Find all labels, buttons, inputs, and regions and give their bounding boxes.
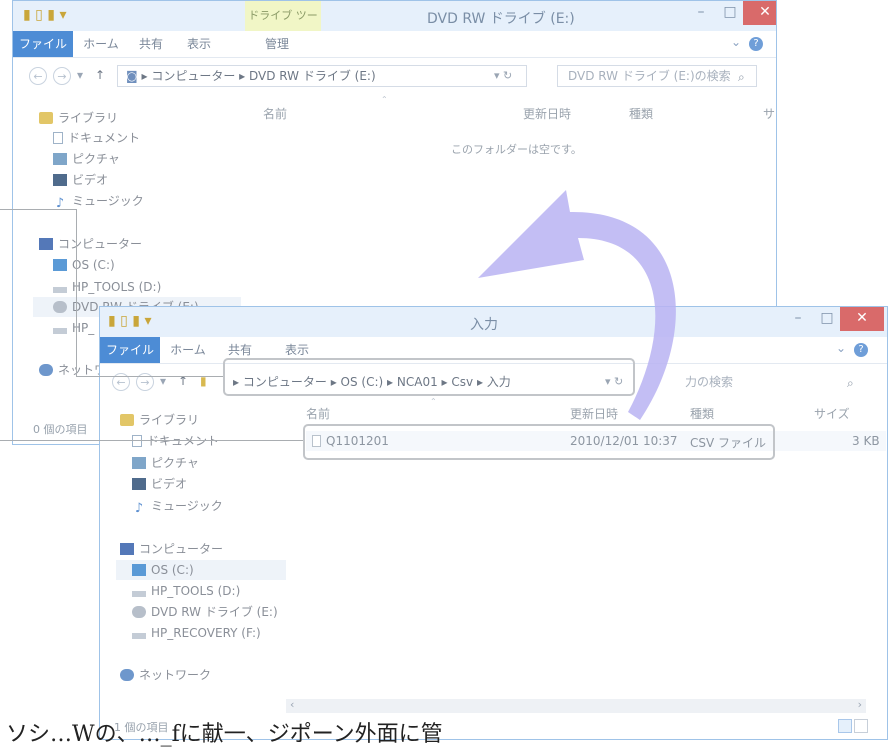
move-direction-arrow-icon (478, 190, 676, 420)
caption-text: ソシ…Wの、…_fに献一、ジポーン外面に管 (6, 722, 443, 747)
